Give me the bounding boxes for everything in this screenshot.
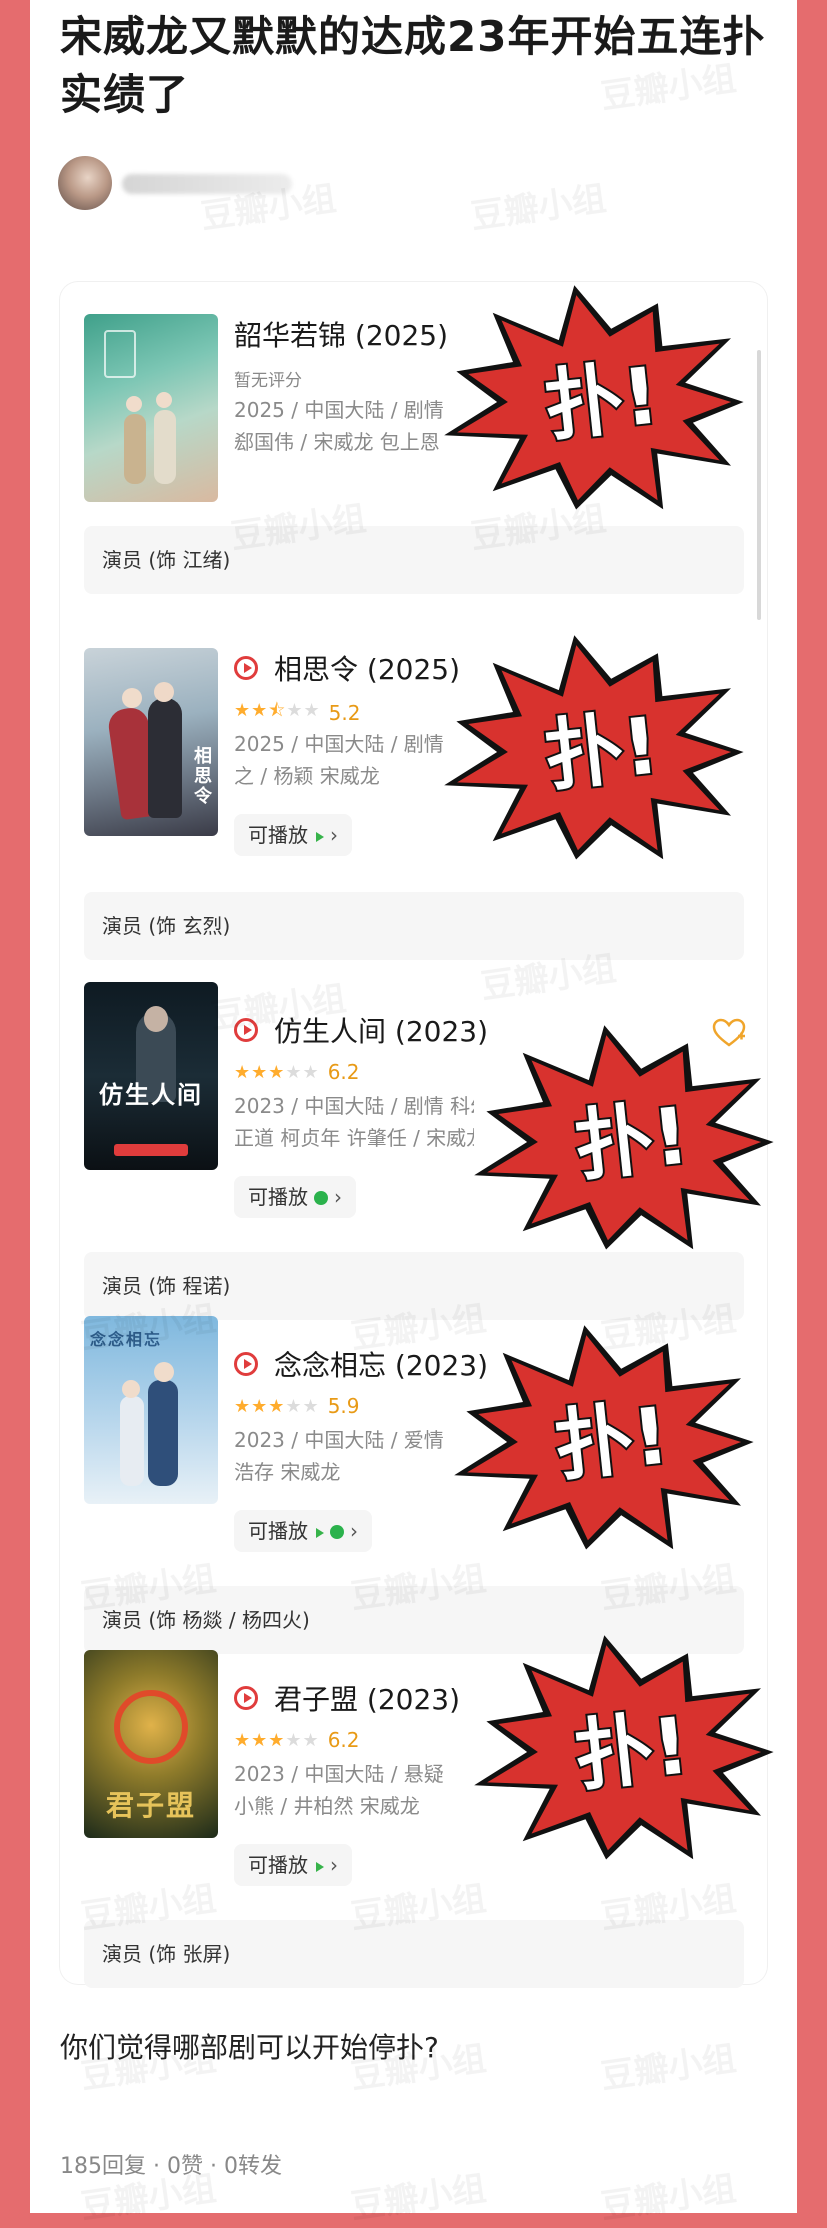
rating-row: ★★⯪★★ 5.2 [234,698,361,725]
rating-score: 6.2 [327,1728,360,1752]
post-stats: 185回复 · 0赞 · 0转发 [60,2154,282,2179]
rating-row: ★★★★★ 5.9 [234,1394,360,1418]
movie-cast: 正道 柯贞年 许肇任 / 宋威龙 [234,1126,474,1150]
play-icon[interactable] [234,1686,258,1710]
playable-label: 可播放 [248,823,308,847]
flop-stamp-text: 扑! [571,1091,693,1192]
star-rating-icon: ★★⯪★★ [234,700,321,721]
play-icon[interactable] [234,1352,258,1376]
flop-stamp: 扑! [462,1022,792,1262]
star-rating-icon: ★★★★★ [234,1061,320,1083]
movie-title[interactable]: 君子盟 (2023) [274,1678,460,1718]
flop-stamp-text: 扑! [541,701,663,802]
chevron-right-icon: › [350,1519,358,1543]
play-icon[interactable] [234,1018,258,1042]
playable-button[interactable]: 可播放 › [234,814,352,856]
author-name-blurred [122,174,292,194]
post-title: 宋威龙又默默的达成23年开始五连扑实绩了 [60,12,766,119]
flop-stamp-text: 扑! [571,1701,693,1802]
poster-title: 仿生人间 [99,1081,203,1109]
rating-score: 6.2 [327,1060,360,1084]
rating-row: ★★★★★ 6.2 [234,1060,360,1084]
movie-title[interactable]: 仿生人间 (2023) [274,1010,488,1050]
role-label: 演员 (饰 张屏) [84,1920,744,1988]
movie-title[interactable]: 韶华若锦 (2025) [234,314,448,354]
flop-stamp: 扑! [432,632,762,872]
post-question: 你们觉得哪部剧可以开始停扑? [60,2031,439,2064]
star-rating-icon: ★★★★★ [234,1395,320,1417]
movie-poster[interactable] [84,314,218,502]
poster-title: 念念相忘 [90,1330,163,1349]
role-label: 演员 (饰 江绪) [84,526,744,594]
poster-title: 君子盟 [105,1789,196,1822]
chevron-right-icon: › [330,823,338,847]
rating-score: 5.2 [328,701,361,725]
playable-button[interactable]: 可播放 › [234,1844,352,1886]
flop-stamp-text: 扑! [551,1391,673,1492]
rating-row: ★★★★★ 6.2 [234,1728,360,1752]
iqiyi-icon [330,1525,344,1539]
poster-title: 相思令 [191,746,212,806]
play-icon[interactable] [234,656,258,680]
movie-cast: 小熊 / 井柏然 宋威龙 [234,1794,420,1818]
star-rating-icon: ★★★★★ [234,1729,320,1751]
iqiyi-icon [314,1191,328,1205]
rating-score: 5.9 [327,1394,360,1418]
chevron-right-icon: › [334,1185,342,1209]
movie-meta: 2023 / 中国大陆 / 剧情 科幻 [234,1094,474,1118]
movie-poster[interactable]: 仿生人间 [84,982,218,1170]
movie-meta: 2023 / 中国大陆 / 爱情 [234,1428,444,1452]
movie-meta: 2023 / 中国大陆 / 悬疑 [234,1762,444,1786]
movie-poster[interactable]: 相思令 [84,648,218,836]
flop-stamp: 扑! [462,1632,792,1872]
chevron-right-icon: › [330,1853,338,1877]
playable-label: 可播放 [248,1519,308,1543]
playable-button[interactable]: 可播放 › [234,1176,356,1218]
platform-play-icon [316,1528,324,1538]
avatar[interactable] [58,156,112,210]
playable-label: 可播放 [248,1853,308,1877]
playable-button[interactable]: 可播放 › [234,1510,372,1552]
platform-play-icon [316,832,324,842]
movie-poster[interactable]: 君子盟 [84,1650,218,1838]
flop-stamp: 扑! [442,1322,772,1562]
flop-stamp: 扑! [432,282,762,522]
platform-play-icon [316,1862,324,1872]
movie-cast: 浩存 宋威龙 [234,1460,341,1484]
flop-stamp-text: 扑! [541,351,663,452]
playable-label: 可播放 [248,1185,308,1209]
rating-none: 暂无评分 [234,371,302,391]
movie-poster[interactable]: 念念相忘 [84,1316,218,1504]
